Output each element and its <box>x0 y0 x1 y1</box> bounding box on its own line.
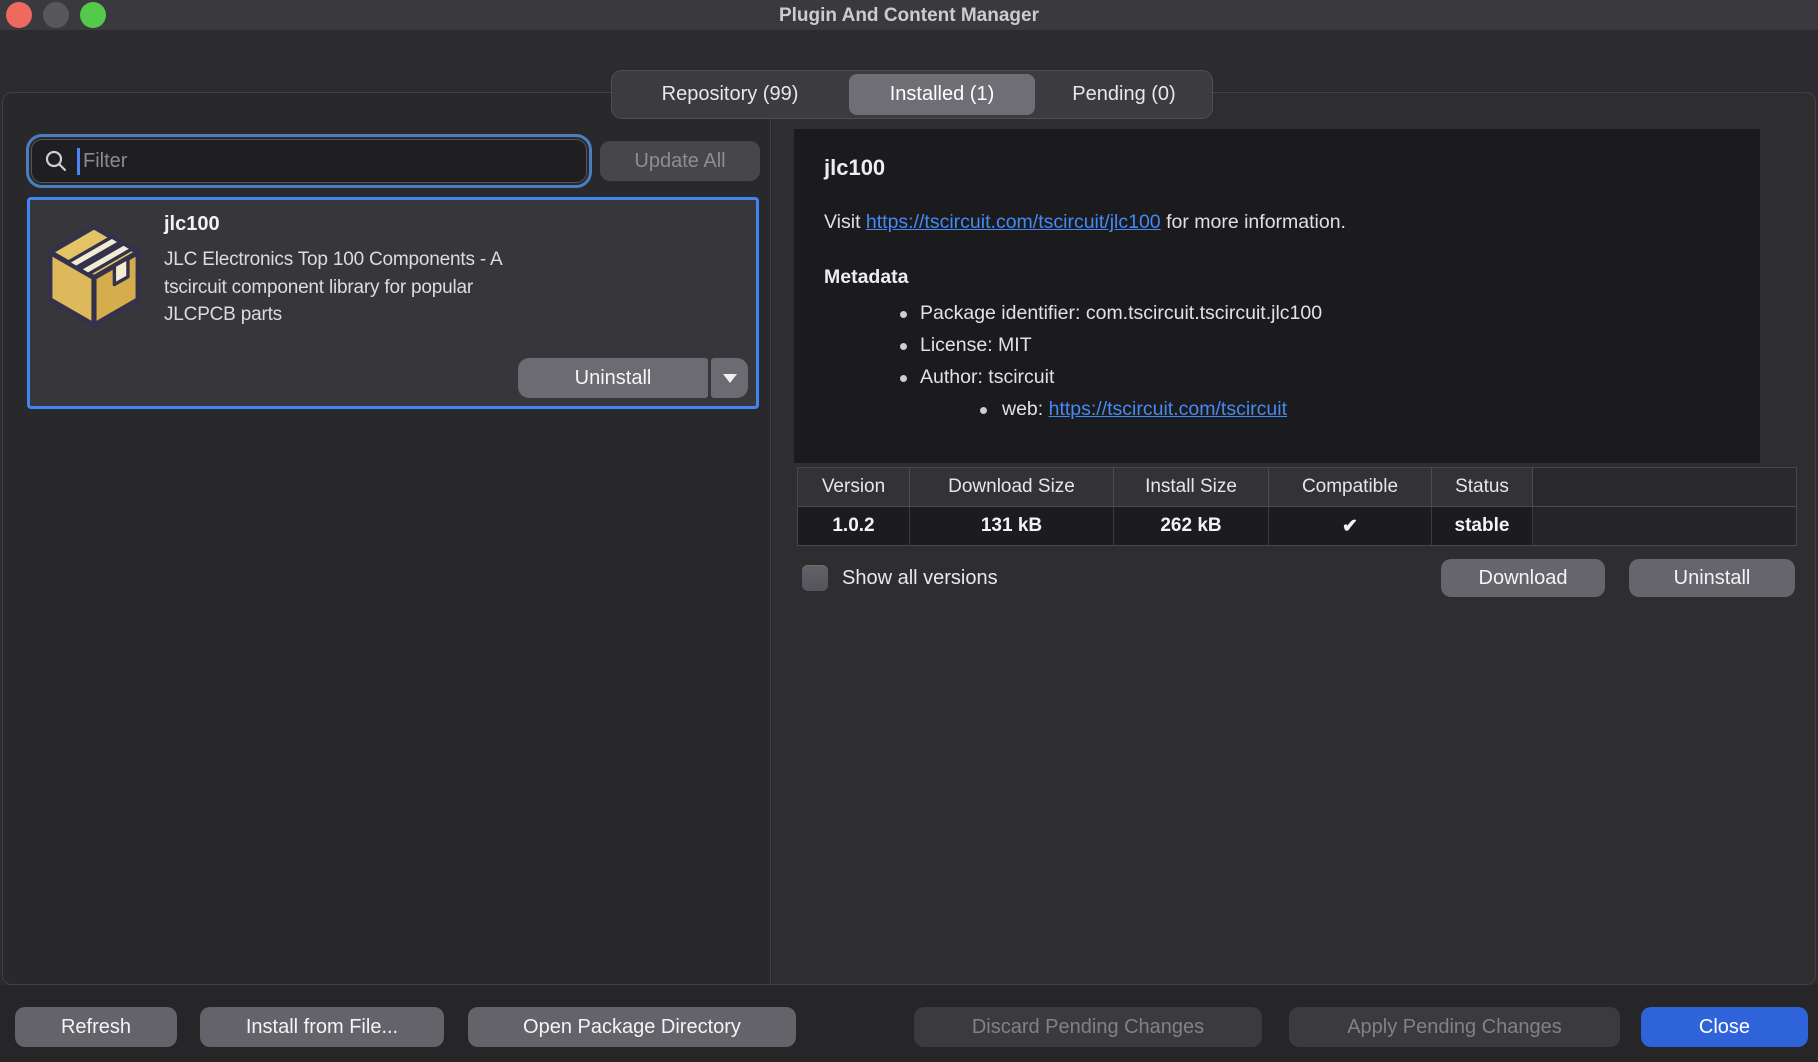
table-row-filler <box>1533 507 1796 545</box>
metadata-list: Package identifier: com.tscircuit.tscirc… <box>824 302 1730 421</box>
metadata-item-author: Author: tscircuit web: https://tscircuit… <box>824 366 1730 421</box>
search-icon <box>44 149 68 173</box>
author-web-link[interactable]: https://tscircuit.com/tscircuit <box>1049 398 1287 420</box>
open-package-directory-button[interactable]: Open Package Directory <box>468 1007 796 1047</box>
visit-prefix: Visit <box>824 211 866 233</box>
window-title: Plugin And Content Manager <box>0 0 1818 32</box>
cell-version: 1.0.2 <box>798 507 910 545</box>
filter-input[interactable] <box>83 150 576 173</box>
details-title: jlc100 <box>824 155 1730 181</box>
download-button[interactable]: Download <box>1441 559 1605 597</box>
visit-suffix: for more information. <box>1161 211 1346 233</box>
card-uninstall-button[interactable]: Uninstall <box>518 358 708 398</box>
show-all-versions-checkbox[interactable] <box>802 565 828 591</box>
column-header-install-size[interactable]: Install Size <box>1114 468 1269 507</box>
cell-download-size: 131 kB <box>910 507 1114 545</box>
tab-repository[interactable]: Repository (99) <box>613 74 847 115</box>
uninstall-button[interactable]: Uninstall <box>1629 559 1795 597</box>
cell-compatible-checkmark: ✔ <box>1269 507 1432 545</box>
table-header-filler <box>1533 468 1796 507</box>
bottom-bar: Refresh Install from File... Open Packag… <box>0 985 1818 1062</box>
update-all-button[interactable]: Update All <box>600 141 760 181</box>
visit-line: Visit https://tscircuit.com/tscircuit/jl… <box>824 211 1730 234</box>
filter-field[interactable] <box>31 139 587 183</box>
tab-bar: Repository (99) Installed (1) Pending (0… <box>611 70 1213 119</box>
package-url-link[interactable]: https://tscircuit.com/tscircuit/jlc100 <box>866 211 1161 233</box>
content-panel: Update All jlc100 JLC Electro <box>2 92 1816 985</box>
metadata-item-web: web: https://tscircuit.com/tscircuit <box>920 398 1730 421</box>
metadata-item-identifier: Package identifier: com.tscircuit.tscirc… <box>824 302 1730 325</box>
apply-pending-changes-button[interactable]: Apply Pending Changes <box>1289 1007 1620 1047</box>
versions-table-header-row: Version Download Size Install Size Compa… <box>798 468 1796 507</box>
plugin-manager-window: Plugin And Content Manager Repository (9… <box>0 0 1818 1062</box>
package-card[interactable]: jlc100 JLC Electronics Top 100 Component… <box>27 197 759 409</box>
filter-input-focus-ring <box>26 134 592 188</box>
install-from-file-button[interactable]: Install from File... <box>200 1007 444 1047</box>
tab-pending[interactable]: Pending (0) <box>1037 74 1211 115</box>
package-card-description: JLC Electronics Top 100 Components - A t… <box>164 246 506 329</box>
versions-table: Version Download Size Install Size Compa… <box>797 467 1797 546</box>
column-header-status[interactable]: Status <box>1432 468 1533 507</box>
package-description-panel: jlc100 Visit https://tscircuit.com/tscir… <box>794 129 1760 463</box>
cell-status: stable <box>1432 507 1533 545</box>
table-row[interactable]: 1.0.2 131 kB 262 kB ✔ stable <box>798 507 1796 545</box>
package-box-icon <box>43 220 145 332</box>
refresh-button[interactable]: Refresh <box>15 1007 177 1047</box>
package-details-pane: jlc100 Visit https://tscircuit.com/tscir… <box>772 93 1815 984</box>
close-button[interactable]: Close <box>1641 1007 1808 1047</box>
tab-installed[interactable]: Installed (1) <box>849 74 1035 115</box>
column-header-compatible[interactable]: Compatible <box>1269 468 1432 507</box>
show-all-versions-label: Show all versions <box>842 567 998 590</box>
card-action-split-button: Uninstall <box>518 358 748 398</box>
package-card-title: jlc100 <box>164 213 220 236</box>
text-caret <box>77 148 80 175</box>
column-header-download-size[interactable]: Download Size <box>910 468 1114 507</box>
metadata-item-license: License: MIT <box>824 334 1730 357</box>
version-actions-row: Show all versions Download Uninstall <box>797 558 1795 598</box>
metadata-heading: Metadata <box>824 266 1730 289</box>
discard-pending-changes-button[interactable]: Discard Pending Changes <box>914 1007 1262 1047</box>
column-header-version[interactable]: Version <box>798 468 910 507</box>
author-sublist: web: https://tscircuit.com/tscircuit <box>920 398 1730 421</box>
package-list-pane: Update All jlc100 JLC Electro <box>3 93 771 984</box>
cell-install-size: 262 kB <box>1114 507 1269 545</box>
card-action-dropdown-button[interactable] <box>711 358 748 398</box>
titlebar: Plugin And Content Manager <box>0 0 1818 30</box>
chevron-down-icon <box>723 374 737 383</box>
